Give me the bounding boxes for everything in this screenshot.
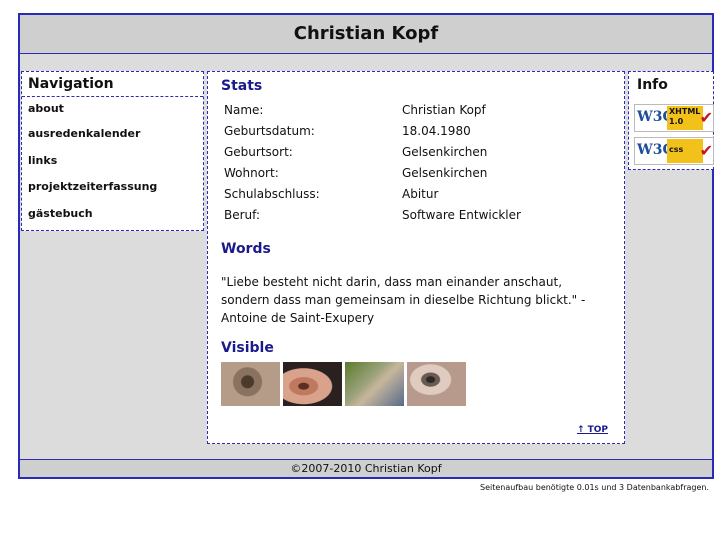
quote-text: "Liebe besteht nicht darin, dass man ein… (221, 275, 586, 325)
stats-row: Geburtsort: Gelsenkirchen (221, 141, 521, 162)
stats-key: Schulabschluss: (224, 186, 320, 201)
footer: ©2007-2010 Christian Kopf (20, 459, 712, 477)
stats-heading: Stats (221, 78, 263, 94)
stats-value: Abitur (402, 186, 439, 201)
badge-label: XHTML 1.0 (667, 106, 703, 130)
stats-key: Geburtsort: (224, 144, 293, 159)
page-frame: Christian Kopf Navigation about ausreden… (18, 13, 714, 479)
eye-photo[interactable] (221, 362, 280, 406)
words-heading: Words (221, 241, 271, 257)
stats-value: 18.04.1980 (402, 123, 471, 138)
stats-row: Geburtsdatum: 18.04.1980 (221, 120, 521, 141)
stats-value: Gelsenkirchen (402, 144, 488, 159)
stats-key: Beruf: (224, 207, 260, 222)
nav-item-links[interactable]: links (22, 148, 203, 175)
stats-row: Wohnort: Gelsenkirchen (221, 162, 521, 183)
badge-label: css (667, 139, 703, 163)
stats-row: Schulabschluss: Abitur (221, 183, 521, 204)
thumbnail-strip (221, 362, 466, 406)
stats-key: Name: (224, 102, 264, 117)
eye-closeup-photo[interactable] (407, 362, 466, 406)
stats-row: Name: Christian Kopf (221, 99, 521, 120)
visible-heading: Visible (221, 340, 274, 356)
stats-value: Christian Kopf (402, 102, 486, 117)
top-link[interactable]: ↑ TOP (577, 425, 608, 435)
stats-table: Name: Christian Kopf Geburtsdatum: 18.04… (221, 99, 521, 225)
nav-item-about[interactable]: about (22, 97, 203, 121)
check-icon: ✔ (699, 108, 713, 127)
nav-item-ausredenkalender[interactable]: ausredenkalender (22, 121, 203, 148)
navigation-heading: Navigation (22, 72, 203, 97)
stats-value: Software Entwickler (402, 207, 521, 222)
status-text: Seitenaufbau benötigte 0.01s und 3 Daten… (480, 483, 709, 492)
main-content: Stats Name: Christian Kopf Geburtsdatum:… (207, 71, 625, 444)
stats-key: Wohnort: (224, 165, 279, 180)
nav-item-projektzeiterfassung[interactable]: projektzeiterfassung (22, 174, 203, 201)
nav-item-gaestebuch[interactable]: gästebuch (22, 201, 203, 228)
ear-photo[interactable] (283, 362, 342, 406)
info-heading: Info (637, 77, 668, 93)
stats-key: Geburtsdatum: (224, 123, 315, 138)
check-icon: ✔ (699, 141, 713, 160)
info-panel: Info W3C XHTML 1.0 ✔ W3C css ✔ (628, 71, 714, 170)
navigation-panel: Navigation about ausredenkalender links … (21, 71, 204, 231)
page-title: Christian Kopf (20, 15, 712, 54)
stats-value: Gelsenkirchen (402, 165, 488, 180)
xhtml-valid-badge[interactable]: W3C XHTML 1.0 ✔ (634, 104, 714, 132)
stats-row: Beruf: Software Entwickler (221, 204, 521, 225)
css-valid-badge[interactable]: W3C css ✔ (634, 137, 714, 165)
hand-photo[interactable] (345, 362, 404, 406)
